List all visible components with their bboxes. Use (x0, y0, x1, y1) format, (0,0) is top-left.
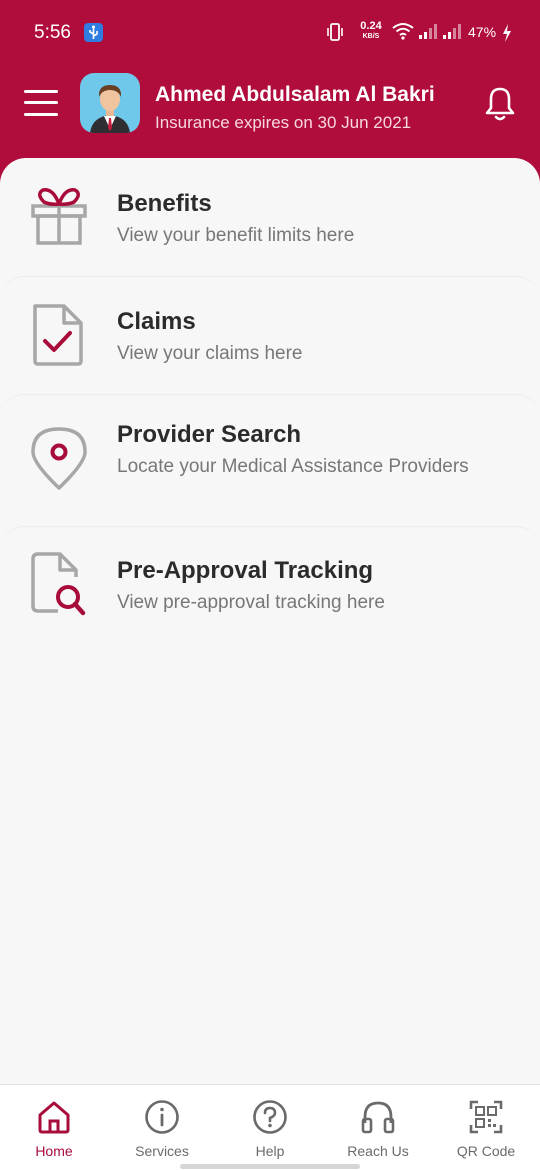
network-speed-unit: KB/S (362, 33, 380, 40)
menu-item-subtitle: View your claims here (117, 343, 303, 364)
qr-code-icon (469, 1100, 503, 1134)
signal-icon (419, 24, 437, 39)
nav-label: Home (35, 1143, 73, 1159)
status-bar: 5:56 0.24 KB/S 47% (0, 0, 540, 66)
document-check-icon (33, 304, 83, 366)
help-icon (253, 1100, 287, 1134)
nav-label: Reach Us (347, 1143, 409, 1159)
nav-reach-us[interactable]: Reach Us (324, 1085, 432, 1170)
hamburger-menu-icon[interactable] (24, 89, 58, 117)
nav-home[interactable]: Home (0, 1085, 108, 1170)
menu-item-subtitle: Locate your Medical Assistance Providers (117, 456, 469, 477)
home-icon (38, 1101, 70, 1134)
charging-icon (503, 24, 511, 42)
signal-icon-secondary (443, 24, 461, 39)
network-speed-value: 0.24 (360, 20, 382, 32)
bottom-navigation: Home Services Help Reach Us QR Code (0, 1084, 540, 1170)
usb-icon (84, 23, 103, 42)
network-speed: 0.24 KB/S (356, 21, 386, 41)
nav-label: QR Code (456, 1143, 516, 1159)
battery-level: 47% (468, 24, 497, 40)
menu-item-subtitle: View pre-approval tracking here (117, 592, 385, 613)
insurance-expiry: Insurance expires on 30 Jun 2021 (155, 113, 412, 132)
user-name: Ahmed Abdulsalam Al Bakri (155, 83, 435, 106)
home-indicator (180, 1164, 360, 1169)
menu-item-subtitle: View your benefit limits here (117, 225, 355, 246)
nav-label: Help (255, 1143, 285, 1159)
nav-services[interactable]: Services (108, 1085, 216, 1170)
menu-item-title: Benefits (117, 190, 212, 217)
avatar[interactable] (80, 73, 140, 133)
menu-item-provider-search[interactable]: Provider Search Locate your Medical Assi… (0, 394, 540, 526)
nav-qr-code[interactable]: QR Code (432, 1085, 540, 1170)
document-search-icon (31, 552, 86, 616)
menu-item-pre-approval-tracking[interactable]: Pre-Approval Tracking View pre-approval … (0, 526, 540, 656)
status-time: 5:56 (34, 22, 71, 43)
menu-item-benefits[interactable]: Benefits View your benefit limits here (0, 158, 540, 276)
menu-item-title: Pre-Approval Tracking (117, 557, 374, 584)
main-content: Benefits View your benefit limits here C… (0, 158, 540, 1084)
menu-item-title: Claims (117, 308, 196, 335)
location-pin-icon (31, 427, 87, 490)
info-icon (145, 1100, 179, 1134)
menu-item-title: Provider Search (117, 421, 302, 448)
vibrate-icon (327, 23, 343, 41)
nav-label: Services (135, 1143, 189, 1159)
nav-help[interactable]: Help (216, 1085, 324, 1170)
wifi-icon (392, 23, 414, 40)
menu-item-claims[interactable]: Claims View your claims here (0, 276, 540, 394)
notification-bell-icon[interactable] (484, 86, 516, 122)
gift-icon (31, 188, 87, 245)
headphones-icon (361, 1101, 395, 1134)
